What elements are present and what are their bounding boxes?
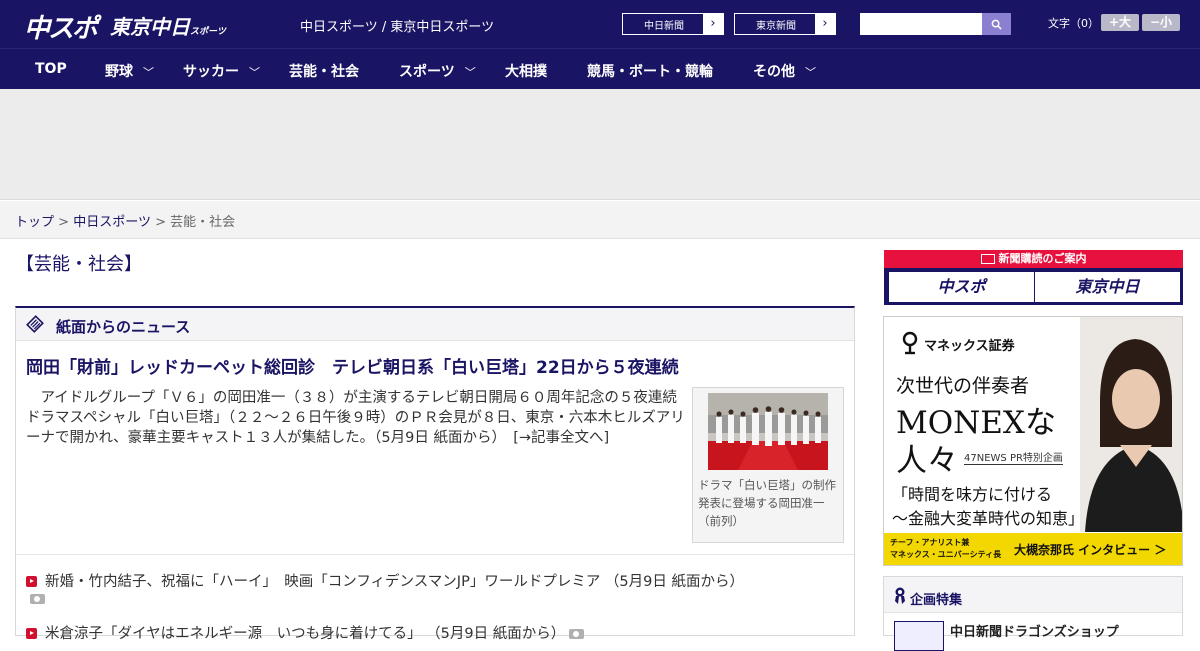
ad-line1: 次世代の伴奏者 [896, 375, 1030, 397]
breadcrumb-current: 芸能・社会 [170, 215, 236, 230]
tokyo-logo-text: 東京中日 [110, 15, 190, 39]
subscribe-tokyo-button[interactable]: 東京中日 [1035, 272, 1180, 302]
font-bigger-button[interactable]: +大 [1101, 14, 1139, 31]
nav-item-racing[interactable]: 競馬・ボート・競輪 [587, 61, 713, 81]
ribbon-icon [895, 587, 905, 604]
section-title: 【芸能・社会】 [16, 254, 142, 275]
subscription-banner[interactable]: 新聞購読のご案内 中スポ 東京中日 [884, 250, 1183, 305]
nav-label: TOP [35, 61, 67, 77]
ad-bottom-small-2: マネックス・ユニバーシティ長 [890, 550, 1002, 559]
special-title: 企画特集 [910, 593, 963, 608]
photo-caption: ドラマ「白い巨塔」の制作発表に登場する岡田准一（前列） [698, 478, 836, 528]
news-box-header: 紙面からのニュース [16, 308, 854, 341]
nav-item-baseball[interactable]: 野球 ﹀ [105, 61, 154, 81]
search-input[interactable] [860, 13, 982, 35]
chuspo-logo[interactable]: 中スポ [24, 8, 98, 45]
chevron-down-icon: ﹀ [249, 66, 260, 79]
ad-banner-area [0, 89, 1200, 200]
tokyo-shimbun-link[interactable]: 東京新聞 › [734, 13, 836, 35]
nav-item-soccer[interactable]: サッカー ﹀ [183, 61, 260, 81]
nav-label: 競馬・ボート・競輪 [587, 64, 713, 80]
ad-line5: ～金融大変革時代の知恵」 [892, 509, 1085, 528]
ad-bottom-small-1: チーフ・アナリスト兼 [890, 538, 970, 547]
monex-logo-icon [902, 331, 918, 355]
subscription-header: 新聞購読のご案内 [884, 250, 1183, 268]
font-smaller-button[interactable]: −小 [1142, 14, 1180, 31]
ad-line3-note: 47NEWS PR特別企画 [964, 449, 1063, 465]
bullet-arrow-icon [26, 575, 37, 587]
article-headline[interactable]: 岡田「財前」レッドカーペット総回診 テレビ朝日系「白い巨塔」22日から５夜連続 [26, 353, 846, 378]
list-item[interactable]: 新婚・竹内結子、祝福に「ハーイ」 映画「コンフィデンスマンJP」ワールドプレミア… [26, 570, 846, 607]
nav-label: その他 [753, 64, 795, 80]
chevron-right-icon: › [815, 14, 835, 34]
divider [16, 554, 854, 555]
search-icon [991, 19, 1002, 30]
chevron-down-icon: ﹀ [464, 66, 476, 79]
breadcrumb-home[interactable]: トップ [15, 215, 54, 230]
bullet-arrow-icon [26, 627, 37, 639]
top-bar: 中スポ 東京中日スポーツ 中日スポーツ / 東京中日スポーツ 中日新聞 › 東京… [0, 0, 1200, 48]
main-nav: TOP 野球 ﹀ サッカー ﹀ 芸能・社会 スポーツ ﹀ 大相撲 競馬・ボート・競輪 … [0, 48, 1200, 89]
article-photo-box[interactable]: ドラマ「白い巨塔」の制作発表に登場する岡田准一（前列） [692, 387, 844, 543]
breadcrumb-separator: > [155, 215, 166, 230]
nav-label: スポーツ [399, 64, 455, 80]
link-label: 中日新聞 [644, 21, 684, 32]
subscription-label: 新聞購読のご案内 [998, 252, 1087, 265]
ad-line4: 「時間を味方に付ける [892, 485, 1053, 504]
font-size-label: 文字（0） [1048, 17, 1099, 30]
nav-item-entertainment[interactable]: 芸能・社会 [289, 61, 359, 81]
news-box: 紙面からのニュース 岡田「財前」レッドカーペット総回診 テレビ朝日系「白い巨塔」… [15, 306, 855, 642]
article-photo [708, 393, 828, 470]
ad-portrait [1080, 317, 1182, 532]
nav-item-sumo[interactable]: 大相撲 [505, 61, 547, 81]
monex-ad[interactable]: マネックス証券 次世代の伴奏者 MONEXな 人々 47NEWS PR特別企画 … [883, 316, 1183, 566]
nav-label: 芸能・社会 [289, 64, 359, 80]
nav-label: 大相撲 [505, 64, 547, 80]
breadcrumb-parent[interactable]: 中日スポーツ [73, 215, 151, 230]
chevron-down-icon: ﹀ [805, 66, 816, 79]
chevron-down-icon: ﹀ [143, 66, 154, 79]
nav-item-other[interactable]: その他 ﹀ [753, 61, 816, 81]
news-box-title: 紙面からのニュース [56, 318, 191, 336]
ad-brand: マネックス証券 [924, 339, 1015, 354]
nav-label: 野球 [105, 64, 133, 80]
breadcrumb: トップ > 中日スポーツ > 芸能・社会 [0, 201, 1200, 239]
newspaper-icon [26, 315, 44, 333]
ad-line3: 人々 [896, 443, 958, 479]
camera-icon [30, 594, 45, 604]
ad-bottom-strip: チーフ・アナリスト兼マネックス・ユニバーシティ長 大槻奈那氏 インタビュー ＞ [884, 533, 1182, 565]
tokyo-logo-small: スポーツ [190, 27, 226, 37]
special-thumbnail[interactable] [894, 621, 944, 651]
ticket-icon [980, 254, 995, 264]
ad-bottom-cta: 大槻奈那氏 インタビュー ＞ [1014, 543, 1167, 557]
chevron-right-icon: › [703, 14, 723, 34]
site-title: 中日スポーツ / 東京中日スポーツ [300, 20, 495, 35]
special-features: 企画特集 中日新聞ドラゴンズショップ [883, 576, 1183, 651]
special-item-link[interactable]: 中日新聞ドラゴンズショップ [950, 621, 1119, 640]
chunichi-shimbun-link[interactable]: 中日新聞 › [622, 13, 724, 35]
nav-label: サッカー [183, 64, 239, 80]
link-label: 東京新聞 [756, 21, 796, 32]
article-lead[interactable]: アイドルグループ「Ｖ６」の岡田准一（３８）が主演するテレビ朝日開局６０周年記念の… [26, 388, 686, 448]
ad-bottom-title: チーフ・アナリスト兼マネックス・ユニバーシティ長 [890, 537, 1001, 561]
camera-icon [569, 629, 585, 639]
subscribe-chuspo-button[interactable]: 中スポ [889, 272, 1034, 302]
nav-item-sports[interactable]: スポーツ ﹀ [399, 61, 476, 81]
nav-item-top[interactable]: TOP [35, 61, 67, 77]
search-button[interactable] [982, 13, 1011, 35]
list-item[interactable]: 米倉涼子「ダイヤはエネルギー源 いつも身に着けてる」 （5月9日 紙面から） [26, 622, 846, 643]
news-item-text: 新婚・竹内結子、祝福に「ハーイ」 映画「コンフィデンスマンJP」ワールドプレミア… [45, 574, 744, 590]
news-item-text: 米倉涼子「ダイヤはエネルギー源 いつも身に着けてる」 （5月9日 紙面から） [45, 626, 566, 642]
tokyo-chunichi-logo[interactable]: 東京中日スポーツ [110, 11, 226, 40]
special-header: 企画特集 [884, 577, 1182, 613]
breadcrumb-separator: > [58, 215, 70, 230]
